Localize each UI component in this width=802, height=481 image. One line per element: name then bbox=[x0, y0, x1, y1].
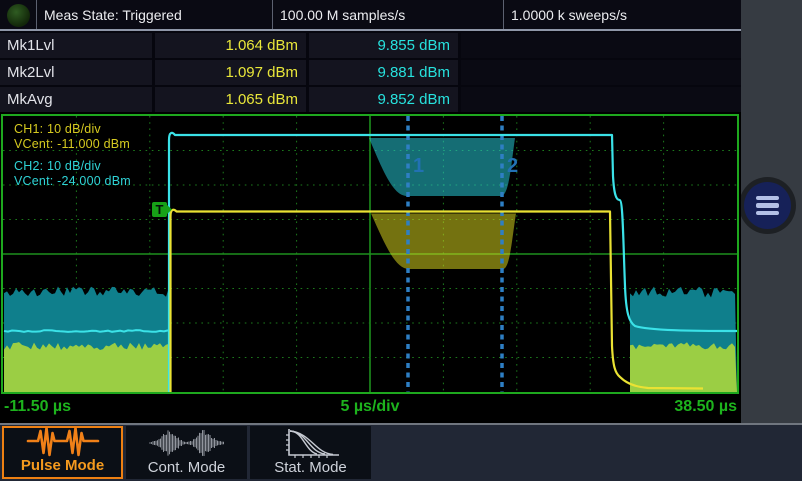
hamburger-icon bbox=[756, 196, 779, 201]
table-row-spacer bbox=[461, 33, 741, 58]
marker-ch1-value: 1.065 dBm bbox=[155, 87, 306, 112]
sweep-rate-field[interactable]: 1.0000 k sweeps/s bbox=[503, 0, 741, 30]
svg-text:T: T bbox=[156, 202, 164, 217]
marker-ch2-value: 9.881 dBm bbox=[309, 60, 458, 85]
svg-text:2: 2 bbox=[507, 155, 518, 177]
ch1-scale-label: CH1: 10 dB/div bbox=[14, 122, 131, 137]
table-row-spacer bbox=[461, 60, 741, 85]
tab-cont-mode[interactable]: Cont. Mode bbox=[126, 426, 247, 479]
plot-region: 1 2 T CH1: 10 dB/div VCent: -11.000 dBm CH… bbox=[0, 112, 741, 423]
ch2-vcenter-label: VCent: -24.000 dBm bbox=[14, 174, 131, 189]
tab-label: Pulse Mode bbox=[21, 457, 104, 474]
axis-end-label: 38.50 µs bbox=[674, 398, 737, 416]
waveform-plot[interactable]: 1 2 T CH1: 10 dB/div VCent: -11.000 dBm CH… bbox=[1, 114, 739, 394]
meas-state-text: Meas State: Triggered bbox=[44, 7, 182, 23]
ch1-vcenter-label: VCent: -11.000 dBm bbox=[14, 137, 131, 152]
continuous-noise-icon bbox=[145, 427, 229, 459]
axis-scale-label: 5 µs/div bbox=[1, 398, 739, 416]
ch2-scale-label: CH2: 10 dB/div bbox=[14, 159, 131, 174]
channel-readout: CH1: 10 dB/div VCent: -11.000 dBm CH2: 1… bbox=[14, 122, 131, 189]
side-panel bbox=[741, 0, 802, 423]
menu-button[interactable] bbox=[744, 182, 791, 229]
table-row[interactable]: Mk2Lvl 1.097 dBm 9.881 dBm bbox=[0, 60, 741, 85]
marker-table: Mk1Lvl 1.064 dBm 9.855 dBm Mk2Lvl 1.097 … bbox=[0, 31, 741, 112]
marker-ch1-value: 1.064 dBm bbox=[155, 33, 306, 58]
tab-bar-spacer bbox=[374, 426, 802, 479]
marker-row-label: Mk1Lvl bbox=[0, 33, 152, 58]
marker-ch2-value: 9.855 dBm bbox=[309, 33, 458, 58]
table-row-spacer bbox=[461, 87, 741, 112]
statistics-ccdf-icon bbox=[279, 427, 343, 459]
trigger-led-cell bbox=[0, 0, 36, 30]
meas-state-field[interactable]: Meas State: Triggered bbox=[36, 0, 272, 30]
marker-row-label: MkAvg bbox=[0, 87, 152, 112]
tab-pulse-mode[interactable]: Pulse Mode bbox=[2, 426, 123, 479]
svg-text:1: 1 bbox=[413, 155, 424, 177]
mode-tab-bar: Pulse Mode Cont. Mode Stat. Mode bbox=[0, 423, 802, 481]
table-row[interactable]: Mk1Lvl 1.064 dBm 9.855 dBm bbox=[0, 33, 741, 58]
sweep-rate-text: 1.0000 k sweeps/s bbox=[511, 7, 627, 23]
status-bar: Meas State: Triggered 100.00 M samples/s… bbox=[0, 0, 741, 30]
sample-rate-field[interactable]: 100.00 M samples/s bbox=[272, 0, 503, 30]
marker-row-label: Mk2Lvl bbox=[0, 60, 152, 85]
pulse-waveform-icon bbox=[25, 425, 101, 457]
table-row[interactable]: MkAvg 1.065 dBm 9.852 dBm bbox=[0, 87, 741, 112]
sample-rate-text: 100.00 M samples/s bbox=[280, 7, 405, 23]
tab-label: Stat. Mode bbox=[274, 459, 347, 476]
tab-label: Cont. Mode bbox=[148, 459, 226, 476]
marker-ch1-value: 1.097 dBm bbox=[155, 60, 306, 85]
tab-stat-mode[interactable]: Stat. Mode bbox=[250, 426, 371, 479]
trigger-led-icon bbox=[7, 4, 30, 27]
time-axis: -11.50 µs 5 µs/div 38.50 µs bbox=[1, 396, 739, 420]
instrument-screen: Meas State: Triggered 100.00 M samples/s… bbox=[0, 0, 802, 481]
marker-ch2-value: 9.852 dBm bbox=[309, 87, 458, 112]
